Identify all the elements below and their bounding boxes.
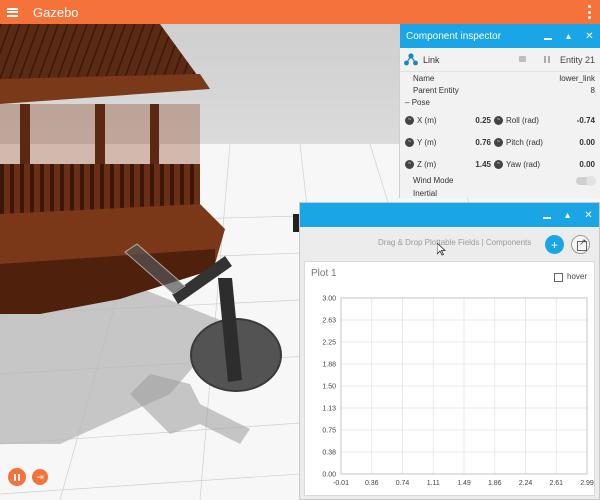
x-tick-label: 1.86 [488, 480, 502, 487]
y-tick-label: 2.25 [322, 340, 336, 347]
y-tick-label: 1.88 [322, 362, 336, 369]
x-tick-label: 0.36 [365, 480, 379, 487]
lock-icon[interactable] [519, 56, 526, 62]
minimize-icon [543, 38, 552, 40]
pause-updates-icon[interactable] [544, 56, 550, 63]
parent-row: Parent Entity 8 [400, 84, 600, 96]
maximize-icon: ▴ [564, 209, 571, 221]
pause-icon [14, 473, 16, 481]
inspector-title: Component inspector [406, 30, 502, 42]
link-icon [404, 53, 418, 66]
plot-icon[interactable]: ~ [405, 159, 414, 169]
link-row: Link Entity 21 [400, 48, 600, 72]
y-tick-label: 0.75 [322, 428, 336, 435]
y-tick-label: 3.00 [322, 296, 336, 303]
component-inspector: Component inspector ▴ ✕ Link Entity 21 N… [399, 24, 600, 198]
plot-icon[interactable]: ~ [405, 137, 414, 147]
y-tick-label: 0.00 [322, 472, 336, 479]
minimize-button[interactable] [536, 203, 557, 227]
plot-icon[interactable]: ~ [405, 115, 414, 125]
inspector-header: Component inspector ▴ ✕ [400, 24, 600, 48]
plotting-panel: ▴ ✕ Drag & Drop Plottable Fields | Compo… [299, 202, 600, 500]
close-button[interactable]: ✕ [579, 24, 600, 48]
mouse-cursor-icon [437, 243, 446, 256]
step-icon: ⇥ [36, 471, 44, 482]
maximize-icon: ▴ [565, 30, 572, 42]
x-tick-label: 1.49 [457, 480, 471, 487]
wind-mode-label: Wind Mode [413, 176, 454, 185]
pose-y[interactable]: ~ Y (m) 0.76 [405, 134, 491, 150]
x-tick-label: 2.99 [580, 480, 594, 487]
add-plot-button[interactable]: + [545, 235, 564, 254]
plot-chart[interactable]: -0.01 0.36 0.74 1.11 1.49 1.86 2.24 2.61 2.99 0.0… [305, 262, 594, 495]
collapse-icon: – [405, 97, 410, 107]
pose-section-toggle[interactable]: – Pose [400, 96, 600, 108]
pose-yaw[interactable]: ~ Yaw (rad) 0.00 [494, 156, 595, 172]
pose-z[interactable]: ~ Z (m) 1.45 [405, 156, 491, 172]
pause-button[interactable] [8, 468, 26, 486]
plot-icon[interactable]: ~ [494, 159, 503, 169]
x-tick-label: 2.61 [549, 480, 563, 487]
y-tick-label: 2.63 [322, 318, 336, 325]
kebab-icon[interactable] [584, 5, 594, 19]
y-tick-label: 1.50 [322, 384, 336, 391]
x-tick-label: 2.24 [519, 480, 533, 487]
maximize-button[interactable]: ▴ [558, 24, 579, 48]
plot-icon[interactable]: ~ [494, 115, 503, 125]
export-button[interactable] [571, 235, 590, 254]
title-bar: Gazebo [0, 0, 600, 24]
name-label: Name [413, 73, 435, 83]
plot-toolbar: Drag & Drop Plottable Fields | Component… [300, 227, 599, 259]
name-value: lower_link [559, 73, 595, 83]
minimize-icon [542, 217, 551, 219]
entity-id: Entity 21 [559, 55, 595, 65]
gazebo-model[interactable] [0, 24, 225, 314]
menu-button[interactable] [0, 0, 24, 24]
x-tick-label: 0.74 [396, 480, 410, 487]
plus-icon: + [550, 237, 558, 252]
plot-card[interactable]: Plot 1 hover -0.01 0.36 0.74 1.11 1.49 1.86 2.… [304, 261, 595, 496]
link-label: Link [423, 54, 440, 65]
y-tick-label: 1.13 [322, 406, 336, 413]
parent-label: Parent Entity [413, 85, 459, 95]
close-button[interactable]: ✕ [578, 203, 599, 227]
pose-label: Pose [411, 97, 430, 107]
close-icon: ✕ [585, 30, 594, 42]
maximize-button[interactable]: ▴ [557, 203, 578, 227]
inertial-label: Inertial [413, 188, 438, 198]
pose-pitch[interactable]: ~ Pitch (rad) 0.00 [494, 134, 595, 150]
parent-value: 8 [590, 85, 595, 95]
pose-grid: ~ X (m) 0.25 ~ Roll (rad) -0.74 ~ Y (m) 0.76 ~… [400, 108, 600, 174]
plotting-header: ▴ ✕ [300, 203, 599, 227]
wind-mode-toggle[interactable] [576, 175, 596, 186]
app-title: Gazebo [33, 4, 79, 20]
wind-mode-row: Wind Mode [400, 174, 600, 187]
pose-x[interactable]: ~ X (m) 0.25 [405, 112, 491, 128]
pose-roll[interactable]: ~ Roll (rad) -0.74 [494, 112, 595, 128]
hamburger-icon [6, 7, 18, 17]
close-icon: ✕ [584, 209, 593, 221]
y-tick-label: 0.38 [322, 450, 336, 457]
plot-icon[interactable]: ~ [494, 137, 503, 147]
x-tick-label: 1.11 [427, 480, 440, 487]
drag-hint: Drag & Drop Plottable Fields | Component… [378, 238, 532, 247]
minimize-button[interactable] [537, 24, 558, 48]
step-button[interactable]: ⇥ [32, 469, 48, 485]
name-row: Name lower_link [400, 72, 600, 84]
x-tick-label: -0.01 [333, 480, 349, 487]
